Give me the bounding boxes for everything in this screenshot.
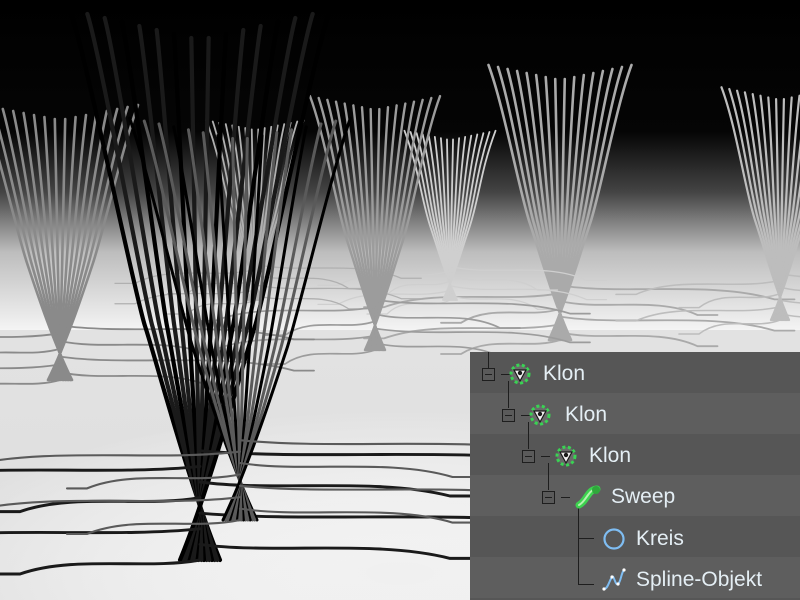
object-label-klon[interactable]: Klon <box>589 443 631 469</box>
spline-icon <box>602 568 626 591</box>
sweep-icon <box>575 485 601 509</box>
tree-line <box>541 456 550 457</box>
tree-line <box>488 352 489 368</box>
object-label-klon[interactable]: Klon <box>543 361 585 387</box>
object-label-sweep[interactable]: Sweep <box>611 484 675 510</box>
collapse-toggle[interactable] <box>522 450 535 463</box>
object-label-spline[interactable]: Spline-Objekt <box>636 567 762 593</box>
object-row-klon-2[interactable] <box>470 393 800 434</box>
collapse-toggle[interactable] <box>502 409 515 422</box>
object-row-kreis[interactable] <box>470 516 800 557</box>
collapse-toggle[interactable] <box>542 491 555 504</box>
cloner-icon <box>509 363 531 385</box>
cloner-icon <box>555 445 577 467</box>
collapse-toggle[interactable] <box>482 368 495 381</box>
tree-line <box>561 497 570 498</box>
tree-line <box>578 538 594 539</box>
tree-line <box>578 504 579 585</box>
object-manager-panel: Klon Klon Klon Sweep Kreis Spline-Objekt <box>470 352 800 600</box>
object-row-klon-3[interactable] <box>470 434 800 475</box>
tree-line <box>548 463 549 490</box>
cloner-icon <box>529 404 551 426</box>
object-label-klon[interactable]: Klon <box>565 402 607 428</box>
object-label-kreis[interactable]: Kreis <box>636 526 684 552</box>
circle-spline-icon <box>603 528 625 550</box>
tree-line <box>578 584 594 585</box>
